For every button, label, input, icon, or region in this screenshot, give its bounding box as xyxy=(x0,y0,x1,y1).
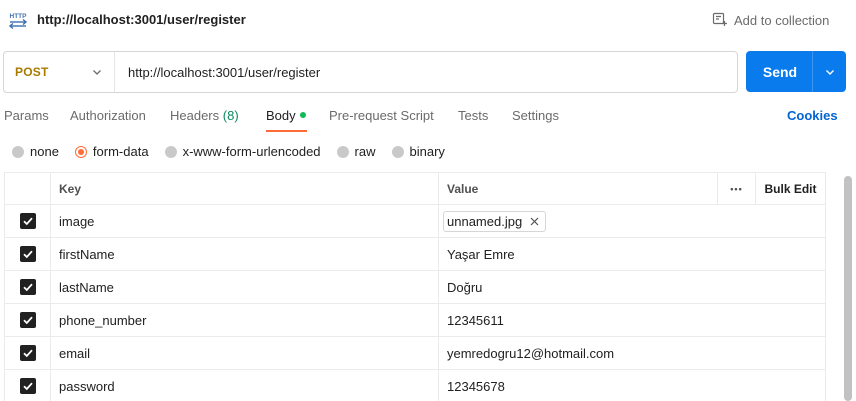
row-checkbox[interactable] xyxy=(19,312,36,328)
table-row: image unnamed.jpg xyxy=(4,205,826,238)
request-header: HTTP http://localhost:3001/user/register… xyxy=(0,0,856,42)
value-cell[interactable]: unnamed.jpg xyxy=(438,205,826,237)
add-to-collection-button[interactable]: Add to collection xyxy=(712,11,829,30)
key-cell[interactable]: email xyxy=(50,337,438,369)
checkmark-icon xyxy=(22,217,33,226)
row-checkbox[interactable] xyxy=(19,213,36,229)
table-row: phone_number 12345611 xyxy=(4,304,826,337)
value-cell[interactable]: 12345611 xyxy=(438,304,826,336)
request-title[interactable]: http://localhost:3001/user/register xyxy=(37,12,246,27)
row-checkbox[interactable] xyxy=(19,378,36,394)
headers-count: (8) xyxy=(222,108,239,123)
tab-settings[interactable]: Settings xyxy=(512,102,572,132)
tab-body[interactable]: Body xyxy=(266,102,307,132)
http-request-icon: HTTP xyxy=(7,9,29,31)
tab-tests[interactable]: Tests xyxy=(458,102,512,132)
header-check-cell xyxy=(4,173,50,204)
table-row: firstName Yaşar Emre xyxy=(4,238,826,271)
checkmark-icon xyxy=(22,382,33,391)
radio-circle xyxy=(391,145,404,158)
value-cell[interactable]: Doğru xyxy=(438,271,826,303)
key-cell[interactable]: phone_number xyxy=(50,304,438,336)
url-input[interactable] xyxy=(115,52,737,92)
table-row: email yemredogru12@hotmail.com xyxy=(4,337,826,370)
table-row: lastName Doğru xyxy=(4,271,826,304)
send-options-chevron-icon[interactable] xyxy=(813,67,846,77)
add-to-collection-label: Add to collection xyxy=(734,13,830,28)
value-cell[interactable]: yemredogru12@hotmail.com xyxy=(438,337,826,369)
key-cell[interactable]: password xyxy=(50,370,438,401)
svg-text:HTTP: HTTP xyxy=(10,13,28,20)
more-options-button[interactable]: ••• xyxy=(717,173,755,204)
key-cell[interactable]: lastName xyxy=(50,271,438,303)
file-chip: unnamed.jpg xyxy=(443,210,547,232)
collection-icon xyxy=(712,11,728,30)
method-label: POST xyxy=(15,65,49,79)
send-label: Send xyxy=(762,63,798,80)
url-bar: POST xyxy=(3,51,738,93)
checkmark-icon xyxy=(22,250,33,259)
radio-circle-selected xyxy=(74,145,87,158)
tab-pre-request-script[interactable]: Pre-request Script xyxy=(329,102,458,132)
bulk-edit-button[interactable]: Bulk Edit xyxy=(755,173,826,204)
tab-headers[interactable]: Headers (8) xyxy=(170,102,266,132)
radio-x-www-form-urlencoded[interactable]: x-www-form-urlencoded xyxy=(164,144,321,159)
value-cell[interactable]: Yaşar Emre xyxy=(438,238,826,270)
table-header-row: Key Value ••• Bulk Edit xyxy=(4,172,826,205)
value-column-header: Value xyxy=(438,173,717,204)
value-cell[interactable]: 12345678 xyxy=(438,370,826,401)
method-select[interactable]: POST xyxy=(4,52,115,92)
file-name: unnamed.jpg xyxy=(447,213,523,229)
body-active-dot xyxy=(299,112,306,118)
radio-raw[interactable]: raw xyxy=(336,144,376,159)
key-cell[interactable]: image xyxy=(50,205,438,237)
row-checkbox[interactable] xyxy=(19,279,36,295)
radio-circle xyxy=(164,145,177,158)
send-button[interactable]: Send xyxy=(746,51,846,92)
radio-circle xyxy=(336,145,349,158)
key-column-header: Key xyxy=(50,173,438,204)
key-cell[interactable]: firstName xyxy=(50,238,438,270)
request-tabs: Params Authorization Headers (8) Body Pr… xyxy=(4,102,572,132)
radio-form-data[interactable]: form-data xyxy=(74,144,149,159)
scrollbar-thumb[interactable] xyxy=(844,176,852,401)
checkmark-icon xyxy=(22,283,33,292)
table-row: password 12345678 xyxy=(4,370,826,401)
chevron-down-icon xyxy=(92,65,102,80)
radio-binary[interactable]: binary xyxy=(391,144,445,159)
row-checkbox[interactable] xyxy=(19,345,36,361)
checkmark-icon xyxy=(22,316,33,325)
radio-none[interactable]: none xyxy=(12,144,59,159)
cookies-link[interactable]: Cookies xyxy=(787,108,838,123)
tab-params[interactable]: Params xyxy=(4,102,70,132)
remove-file-icon[interactable] xyxy=(530,217,539,226)
radio-circle xyxy=(12,145,24,158)
form-data-table: Key Value ••• Bulk Edit image unnamed.jp… xyxy=(4,172,826,401)
body-type-radios: none form-data x-www-form-urlencoded raw… xyxy=(12,144,461,159)
checkmark-icon xyxy=(22,349,33,358)
tab-authorization[interactable]: Authorization xyxy=(70,102,170,132)
row-checkbox[interactable] xyxy=(19,246,36,262)
